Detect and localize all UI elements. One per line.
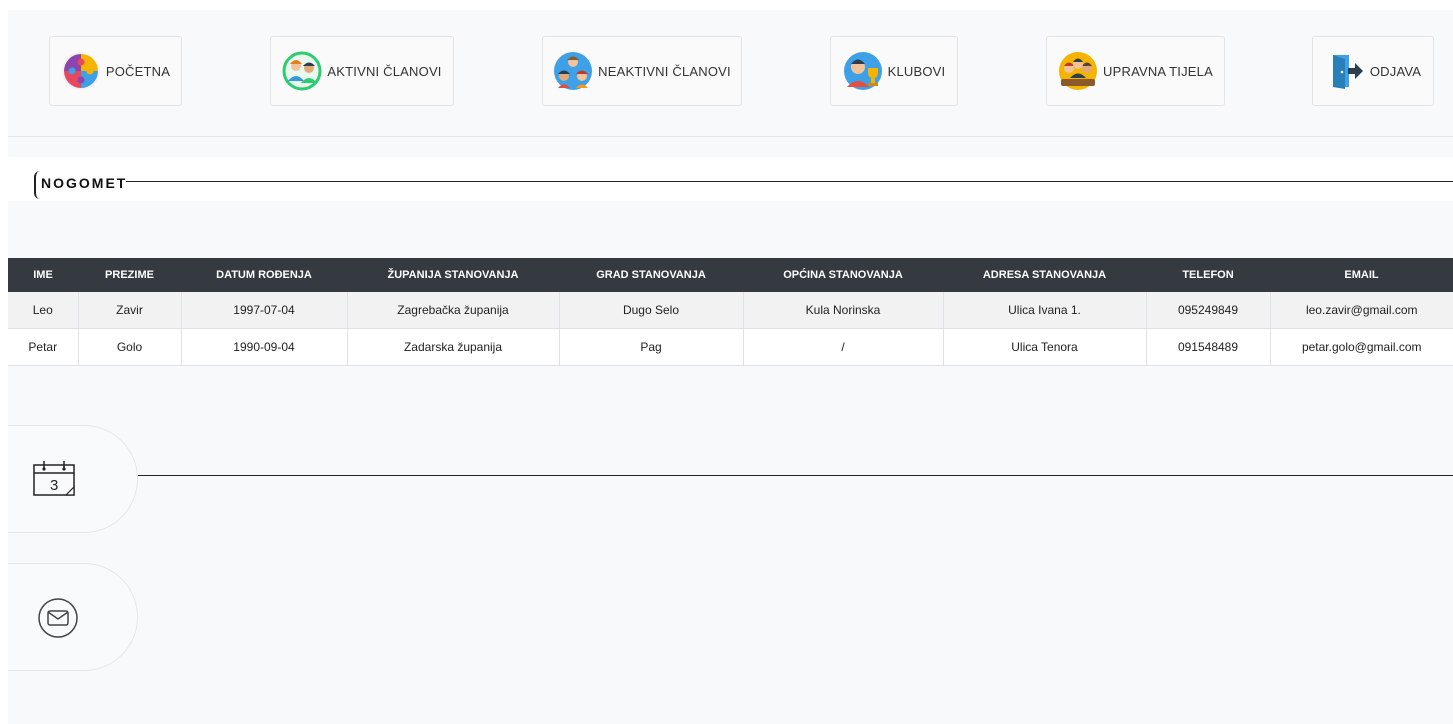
mail-icon[interactable] <box>36 596 80 640</box>
nav-pocetna-button[interactable]: POČETNA <box>49 36 182 106</box>
cell-grad: Pag <box>559 328 744 366</box>
heading-rule <box>126 181 1453 182</box>
cell-zupanija: Zagrebačka županija <box>347 292 560 329</box>
calendar-rule <box>138 475 1453 476</box>
nav-aktivni-clanovi-label: AKTIVNI ČLANOVI <box>327 63 442 79</box>
table-row[interactable]: Leo Zavir 1997-07-04 Zagrebačka županija… <box>8 292 1453 329</box>
top-edge <box>0 0 1453 10</box>
trophy-icon <box>843 52 882 90</box>
puzzle-icon <box>61 52 100 90</box>
nav-odjava-label: ODJAVA <box>1369 63 1422 79</box>
cell-zupanija: Zadarska županija <box>347 328 560 366</box>
cell-grad: Dugo Selo <box>559 292 744 329</box>
governing-bodies-icon <box>1059 52 1098 90</box>
nav-upravna-tijela-button[interactable]: UPRAVNA TIJELA <box>1046 36 1225 106</box>
cell-email: leo.zavir@gmail.com <box>1270 292 1453 329</box>
nav-odjava-button[interactable]: ODJAVA <box>1312 36 1434 106</box>
column-header-telefon[interactable]: TELEFON <box>1146 258 1270 292</box>
cell-prezime: Zavir <box>78 292 182 329</box>
nav-divider <box>8 136 1453 137</box>
table-row[interactable]: Petar Golo 1990-09-04 Zadarska županija … <box>8 328 1453 366</box>
cell-email: petar.golo@gmail.com <box>1270 328 1453 366</box>
table-header-row: IME PREZIME DATUM ROĐENJA ŽUPANIJA STANO… <box>8 258 1453 292</box>
cell-opcina: / <box>743 328 944 366</box>
left-edge <box>0 0 8 724</box>
cell-prezime: Golo <box>78 328 182 366</box>
logout-door-icon <box>1332 55 1363 89</box>
column-header-opcina[interactable]: OPĆINA STANOVANJA <box>743 258 943 292</box>
cell-ime: Petar <box>8 328 79 366</box>
nav-neaktivni-clanovi-button[interactable]: NEAKTIVNI ČLANOVI <box>542 36 742 106</box>
cell-telefon: 095249849 <box>1146 292 1271 329</box>
column-header-prezime[interactable]: PREZIME <box>78 258 181 292</box>
cell-datum-rodenja: 1990-09-04 <box>181 328 348 366</box>
calendar-day: 3 <box>50 477 58 494</box>
column-header-ime[interactable]: IME <box>8 258 78 292</box>
section-heading-band <box>8 157 1453 201</box>
nav-neaktivni-clanovi-label: NEAKTIVNI ČLANOVI <box>598 63 731 79</box>
column-header-datum-rodenja[interactable]: DATUM ROĐENJA <box>181 258 347 292</box>
cell-datum-rodenja: 1997-07-04 <box>181 292 348 329</box>
column-header-email[interactable]: EMAIL <box>1270 258 1453 292</box>
section-title: NOGOMET <box>41 175 128 191</box>
cell-opcina: Kula Norinska <box>743 292 944 329</box>
column-header-zupanija[interactable]: ŽUPANIJA STANOVANJA <box>347 258 559 292</box>
cell-adresa: Ulica Ivana 1. <box>943 292 1147 329</box>
column-header-adresa[interactable]: ADRESA STANOVANJA <box>943 258 1146 292</box>
members-table: IME PREZIME DATUM ROĐENJA ŽUPANIJA STANO… <box>8 258 1453 366</box>
cell-ime: Leo <box>8 292 79 329</box>
nav-klubovi-label: KLUBOVI <box>887 63 946 79</box>
calendar-icon[interactable]: 3 <box>32 459 78 499</box>
calendar-panel[interactable]: 3 <box>8 425 138 533</box>
nav-pocetna-label: POČETNA <box>105 63 171 79</box>
mail-panel[interactable] <box>8 563 138 671</box>
nav-klubovi-button[interactable]: KLUBOVI <box>830 36 958 106</box>
nav-upravna-tijela-label: UPRAVNA TIJELA <box>1103 63 1213 79</box>
cell-adresa: Ulica Tenora <box>943 328 1147 366</box>
cell-telefon: 091548489 <box>1146 328 1271 366</box>
nav-aktivni-clanovi-button[interactable]: AKTIVNI ČLANOVI <box>270 36 454 106</box>
active-members-icon <box>282 51 322 91</box>
heading-bracket <box>34 171 40 199</box>
inactive-members-icon <box>554 52 593 90</box>
column-header-grad[interactable]: GRAD STANOVANJA <box>559 258 743 292</box>
